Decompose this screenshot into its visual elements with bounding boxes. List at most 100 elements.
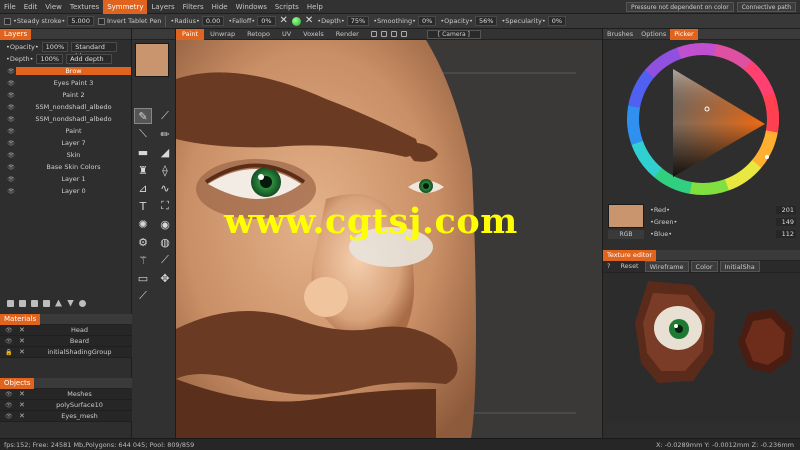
opacity-value[interactable]: 56% xyxy=(475,16,498,26)
menu-symmetry[interactable]: Symmetry xyxy=(103,0,148,14)
smoothing-value[interactable]: 0% xyxy=(418,16,437,26)
wand-tool-icon[interactable]: ⚚ xyxy=(134,252,152,268)
material-item[interactable]: 👁 ✕ Head xyxy=(0,325,132,336)
menu-layers[interactable]: Layers xyxy=(147,0,178,14)
depth-control[interactable]: •Depth• 75% xyxy=(317,16,370,26)
material-item[interactable]: 👁 ✕ Beard xyxy=(0,336,132,347)
color-sphere-icon[interactable] xyxy=(291,16,301,26)
invert-tablet-control[interactable]: Invert Tablet Pen xyxy=(97,17,161,25)
tab-voxels[interactable]: Voxels xyxy=(297,29,330,40)
eye-icon[interactable]: 👁 xyxy=(5,327,13,334)
eye-icon[interactable]: 👁 xyxy=(5,413,13,420)
delete-layer-icon[interactable] xyxy=(31,299,38,307)
eye-icon[interactable]: 👁 xyxy=(6,128,16,135)
close-icon[interactable]: ✕ xyxy=(19,412,27,420)
stamp-tool-icon[interactable]: ♜ xyxy=(134,162,152,178)
eye-icon[interactable]: 👁 xyxy=(6,116,16,123)
menu-filters[interactable]: Filters xyxy=(179,0,208,14)
tab-paint[interactable]: Paint xyxy=(176,29,205,40)
close-icon[interactable]: ✕ xyxy=(19,401,27,409)
view-tool-icon[interactable]: ◉ xyxy=(156,216,174,232)
layer-item[interactable]: 👁 Eyes Paint 3 xyxy=(0,77,131,89)
tab-brushes[interactable]: Brushes xyxy=(603,29,637,40)
lock-icon[interactable]: 🔒 xyxy=(5,349,13,356)
close-icon[interactable]: ✕ xyxy=(19,390,27,398)
clone-tool-icon[interactable]: ⟠ xyxy=(156,162,174,178)
layer-item[interactable]: 👁 Layer 1 xyxy=(0,173,131,185)
menu-edit[interactable]: Edit xyxy=(20,0,42,14)
steady-stroke-value[interactable]: 5.000 xyxy=(67,16,94,26)
layer-item[interactable]: 👁 SSM_nondshadl_albedo xyxy=(0,101,131,113)
tab-options[interactable]: Options xyxy=(637,29,670,40)
reset-button[interactable]: Reset xyxy=(616,261,642,272)
eye-icon[interactable]: 👁 xyxy=(6,164,16,171)
steady-stroke-control[interactable]: •Steady stroke• 5.000 xyxy=(4,16,94,26)
eraser-tool-icon[interactable]: ⟋ xyxy=(134,288,152,304)
object-item[interactable]: 👁 ✕ Meshes xyxy=(0,389,132,400)
tab-texture-editor[interactable]: Texture editor xyxy=(603,249,656,261)
layer-item[interactable]: 👁 Skin xyxy=(0,149,131,161)
green-value[interactable]: 149 xyxy=(776,217,796,226)
light-icon[interactable] xyxy=(390,31,397,37)
specularity-control[interactable]: •Specularity• 0% xyxy=(501,16,567,26)
smoothing-control[interactable]: •Smoothing• 0% xyxy=(373,16,437,26)
menu-help[interactable]: Help xyxy=(303,0,327,14)
material-item[interactable]: 🔒 ✕ initialShadingGroup xyxy=(0,347,132,358)
tab-retopo[interactable]: Retopo xyxy=(241,29,276,40)
move-up-icon[interactable] xyxy=(55,299,62,307)
eye-icon[interactable]: 👁 xyxy=(5,338,13,345)
transform-tool-icon[interactable]: ⛶ xyxy=(156,198,174,214)
duplicate-layer-icon[interactable] xyxy=(19,299,26,307)
cube-icon[interactable] xyxy=(400,31,407,37)
texture-preview[interactable] xyxy=(603,273,800,423)
move-down-icon[interactable] xyxy=(67,299,74,307)
color-wheel[interactable] xyxy=(603,41,800,201)
layer-item[interactable]: 👁 SSM_nondshadl_albedo xyxy=(0,113,131,125)
eye-icon[interactable]: 👁 xyxy=(6,188,16,195)
radius-value[interactable]: 0.00 xyxy=(201,16,225,26)
pressure-mode-select[interactable]: Pressure not dependent on color xyxy=(625,1,734,12)
falloff-value[interactable]: 0% xyxy=(257,16,276,26)
eye-icon[interactable]: 👁 xyxy=(6,104,16,111)
tab-objects[interactable]: Objects xyxy=(0,377,35,389)
butterfly-tool-icon[interactable]: ✥ xyxy=(156,270,174,286)
menu-hide[interactable]: Hide xyxy=(208,0,232,14)
view-mode-icon[interactable] xyxy=(370,31,377,37)
eye-icon[interactable]: 👁 xyxy=(6,68,16,75)
new-layer-icon[interactable] xyxy=(7,299,14,307)
menu-view[interactable]: View xyxy=(41,0,66,14)
eye-icon[interactable]: 👁 xyxy=(6,92,16,99)
merge-layer-icon[interactable] xyxy=(43,299,50,307)
menu-scripts[interactable]: Scripts xyxy=(271,0,303,14)
eye-icon[interactable]: 👁 xyxy=(6,80,16,87)
tab-layers[interactable]: Layers xyxy=(0,28,32,40)
blend-mode-select[interactable]: Standard ble xyxy=(71,42,118,60)
camera-select[interactable]: [ Camera ] xyxy=(426,29,481,39)
blur-tool-icon[interactable]: ✺ xyxy=(134,216,152,232)
close-icon[interactable]: ✕ xyxy=(19,348,27,356)
current-color-swatch[interactable] xyxy=(135,43,169,77)
opacity-control[interactable]: •Opacity• 56% xyxy=(440,16,498,26)
menu-textures[interactable]: Textures xyxy=(66,0,103,14)
specularity-value[interactable]: 0% xyxy=(547,16,567,26)
radius-control[interactable]: •Radius• 0.00 xyxy=(170,16,225,26)
add-depth-select[interactable]: Add depth xyxy=(66,54,113,64)
eye-icon[interactable]: 👁 xyxy=(6,152,16,159)
layer-item[interactable]: 👁 Paint 2 xyxy=(0,89,131,101)
tab-render[interactable]: Render xyxy=(330,29,365,40)
pen-tool-icon[interactable]: ⟋ xyxy=(156,108,174,124)
invert-tablet-checkbox[interactable] xyxy=(97,17,105,25)
shader-select[interactable]: InitialSha xyxy=(719,261,760,272)
layer-item[interactable]: 👁 Brow xyxy=(0,65,131,77)
grid-icon[interactable] xyxy=(380,31,387,37)
layer-item[interactable]: 👁 Base Skin Colors xyxy=(0,161,131,173)
tab-picker[interactable]: Picker xyxy=(670,28,698,40)
falloff-control[interactable]: •Falloff• 0% xyxy=(228,16,276,26)
close-icon[interactable]: ✕ xyxy=(305,16,313,26)
blue-value[interactable]: 112 xyxy=(776,229,796,238)
help-button[interactable]: ? xyxy=(603,261,614,272)
tab-uv[interactable]: UV xyxy=(276,29,297,40)
eye-icon[interactable]: 👁 xyxy=(6,176,16,183)
menu-file[interactable]: File xyxy=(0,0,20,14)
smudge-tool-icon[interactable]: ⟍ xyxy=(134,126,152,142)
